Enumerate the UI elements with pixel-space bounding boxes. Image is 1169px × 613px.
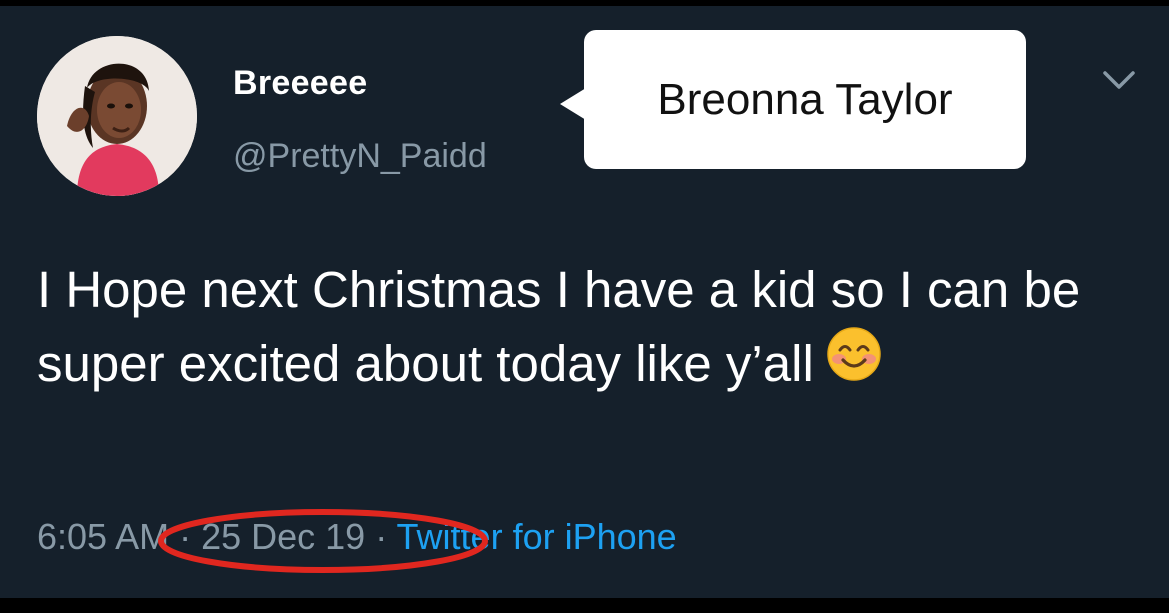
caption-label: Breonna Taylor xyxy=(657,75,953,124)
avatar[interactable] xyxy=(37,36,197,196)
profile-photo-icon xyxy=(37,36,197,196)
tweet-text: I Hope next Christmas I have a kid so I … xyxy=(37,253,1147,406)
tweet-body: I Hope next Christmas I have a kid so I … xyxy=(37,261,1081,392)
user-handle[interactable]: @PrettyN_Paidd xyxy=(233,137,487,176)
caption-pointer xyxy=(560,88,586,120)
red-circle-annotation xyxy=(158,509,488,573)
tweet-card: Breeeee @PrettyN_Paidd Breonna Taylor I … xyxy=(0,6,1169,598)
smiling-face-emoji-icon xyxy=(826,326,882,402)
chevron-down-icon[interactable] xyxy=(1102,68,1136,92)
display-name[interactable]: Breeeee xyxy=(233,64,367,103)
tweet-time[interactable]: 6:05 AM xyxy=(37,516,169,557)
